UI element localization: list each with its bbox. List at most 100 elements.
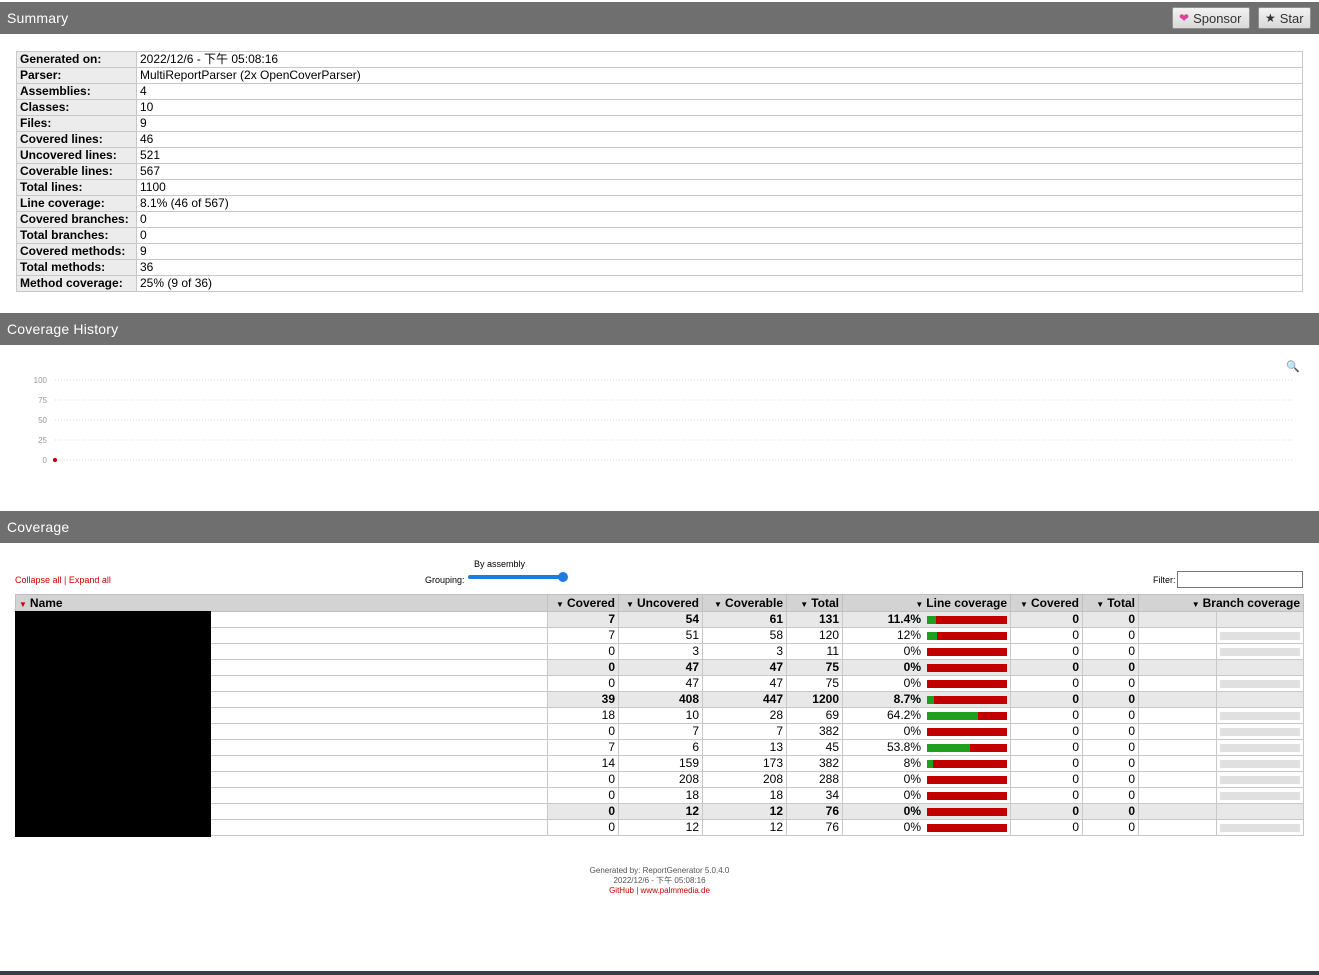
github-link[interactable]: GitHub	[609, 886, 634, 895]
column-header[interactable]: ▼ Coverable	[702, 594, 787, 612]
footer-date: 2022/12/6 - 下午 05:08:16	[613, 876, 706, 885]
column-header-label: Total	[811, 596, 839, 610]
total-lines: 382	[786, 755, 843, 772]
column-header[interactable]: ▼ Total	[786, 594, 843, 612]
total-branches: 0	[1082, 627, 1139, 644]
uncovered-lines: 51	[618, 627, 703, 644]
uncovered-lines: 3	[618, 643, 703, 660]
coverable-lines: 12	[702, 803, 787, 820]
filter-input[interactable]	[1177, 571, 1303, 588]
sponsor-button[interactable]: ❤ Sponsor	[1172, 7, 1250, 29]
line-coverage-cell: 8.7%	[842, 691, 1011, 708]
expand-all-link[interactable]: Expand all	[69, 575, 111, 585]
line-coverage-bar	[927, 727, 1007, 736]
column-header-label: Covered	[1030, 596, 1079, 610]
summary-value: 25% (9 of 36)	[136, 275, 1303, 292]
line-coverage-percent: 0%	[903, 788, 921, 802]
column-header[interactable]: ▼ Covered	[547, 594, 619, 612]
star-label: Star	[1279, 10, 1304, 26]
summary-row: Assemblies: 4	[16, 83, 1303, 100]
total-branches: 0	[1082, 707, 1139, 724]
total-branches: 0	[1082, 723, 1139, 740]
table-header-row: ▼ Name ▼ Covered ▼ Uncovered ▼ Coverable ▼ Total ▼…	[15, 594, 1304, 612]
column-header[interactable]: ▼ Covered	[1010, 594, 1083, 612]
slider-track	[468, 575, 564, 579]
column-header[interactable]: ▼ Branch coverage	[1138, 594, 1304, 612]
branch-coverage-bar	[1220, 759, 1300, 768]
collapse-all-link[interactable]: Collapse all	[15, 575, 62, 585]
summary-row: Total branches: 0	[16, 227, 1303, 244]
branch-coverage-bar	[1220, 743, 1300, 752]
covered-lines: 0	[547, 819, 619, 836]
total-lines: 120	[786, 627, 843, 644]
summary-row: Method coverage: 25% (9 of 36)	[16, 275, 1303, 292]
line-coverage-percent: 12%	[896, 628, 921, 642]
coverable-lines: 61	[702, 611, 787, 628]
filter-label: Filter:	[1153, 575, 1176, 585]
grouping-slider[interactable]	[468, 572, 568, 582]
line-coverage-cell: 11.4%	[842, 611, 1011, 628]
coverable-lines: 208	[702, 771, 787, 788]
total-lines: 76	[786, 819, 843, 836]
grouping-value: By assembly	[474, 559, 526, 569]
covered-lines: 0	[547, 659, 619, 676]
branch-coverage-cell	[1138, 707, 1304, 724]
summary-key: Covered branches:	[16, 211, 137, 228]
star-button[interactable]: ★ Star	[1258, 7, 1311, 29]
branch-coverage-bar	[1220, 631, 1300, 640]
total-branches: 0	[1082, 755, 1139, 772]
line-coverage-cell: 0%	[842, 659, 1011, 676]
line-coverage-bar	[927, 631, 1007, 640]
history-y-tick: 25	[38, 436, 47, 445]
total-lines: 34	[786, 787, 843, 804]
line-coverage-bar-fill	[927, 711, 979, 720]
summary-row: Coverable lines: 567	[16, 163, 1303, 180]
summary-row: Covered lines: 46	[16, 131, 1303, 148]
line-coverage-bar	[927, 775, 1007, 784]
sort-arrow-icon: ▼	[626, 600, 634, 609]
sort-arrow-icon: ▼	[1020, 600, 1028, 609]
covered-lines: 7	[547, 739, 619, 756]
summary-key: Total lines:	[16, 179, 137, 196]
summary-title: Summary	[7, 10, 69, 26]
column-header[interactable]: ▼ Line coverage	[842, 594, 1011, 612]
summary-key: Coverable lines:	[16, 163, 137, 180]
line-coverage-percent: 0%	[903, 644, 921, 658]
slider-knob[interactable]	[558, 572, 568, 582]
column-header[interactable]: ▼ Total	[1082, 594, 1139, 612]
covered-lines: 0	[547, 675, 619, 692]
line-coverage-bar	[927, 647, 1007, 656]
sort-arrow-icon: ▼	[556, 600, 564, 609]
total-lines: 75	[786, 675, 843, 692]
column-header[interactable]: ▼ Uncovered	[618, 594, 703, 612]
column-header[interactable]: ▼ Name	[15, 594, 548, 612]
total-lines: 75	[786, 659, 843, 676]
sort-arrow-icon: ▼	[1096, 600, 1105, 609]
links-separator: |	[64, 575, 67, 585]
summary-value: 9	[136, 115, 1303, 132]
line-coverage-cell: 0%	[842, 675, 1011, 692]
covered-lines: 14	[547, 755, 619, 772]
sort-arrow-icon: ▼	[1191, 600, 1200, 609]
summary-key: Classes:	[16, 99, 137, 116]
line-coverage-cell: 0%	[842, 643, 1011, 660]
line-coverage-bar-fill	[927, 615, 937, 624]
covered-lines: 0	[547, 771, 619, 788]
history-y-tick: 50	[38, 416, 47, 425]
total-branches: 0	[1082, 691, 1139, 708]
branch-coverage-cell	[1138, 739, 1304, 756]
summary-row: Generated on: 2022/12/6 - 下午 05:08:16	[16, 51, 1303, 68]
summary-key: Files:	[16, 115, 137, 132]
history-y-tick: 75	[38, 396, 47, 405]
uncovered-lines: 159	[618, 755, 703, 772]
sort-arrow-icon: ▼	[714, 600, 722, 609]
summary-value: 36	[136, 259, 1303, 276]
line-coverage-bar	[927, 807, 1007, 816]
summary-value: 9	[136, 243, 1303, 260]
column-header-label: Covered	[566, 596, 615, 610]
uncovered-lines: 47	[618, 675, 703, 692]
palmmedia-link[interactable]: www.palmmedia.de	[641, 886, 710, 895]
summary-key: Parser:	[16, 67, 137, 84]
line-coverage-bar	[927, 823, 1007, 832]
line-coverage-percent: 0%	[903, 660, 921, 674]
